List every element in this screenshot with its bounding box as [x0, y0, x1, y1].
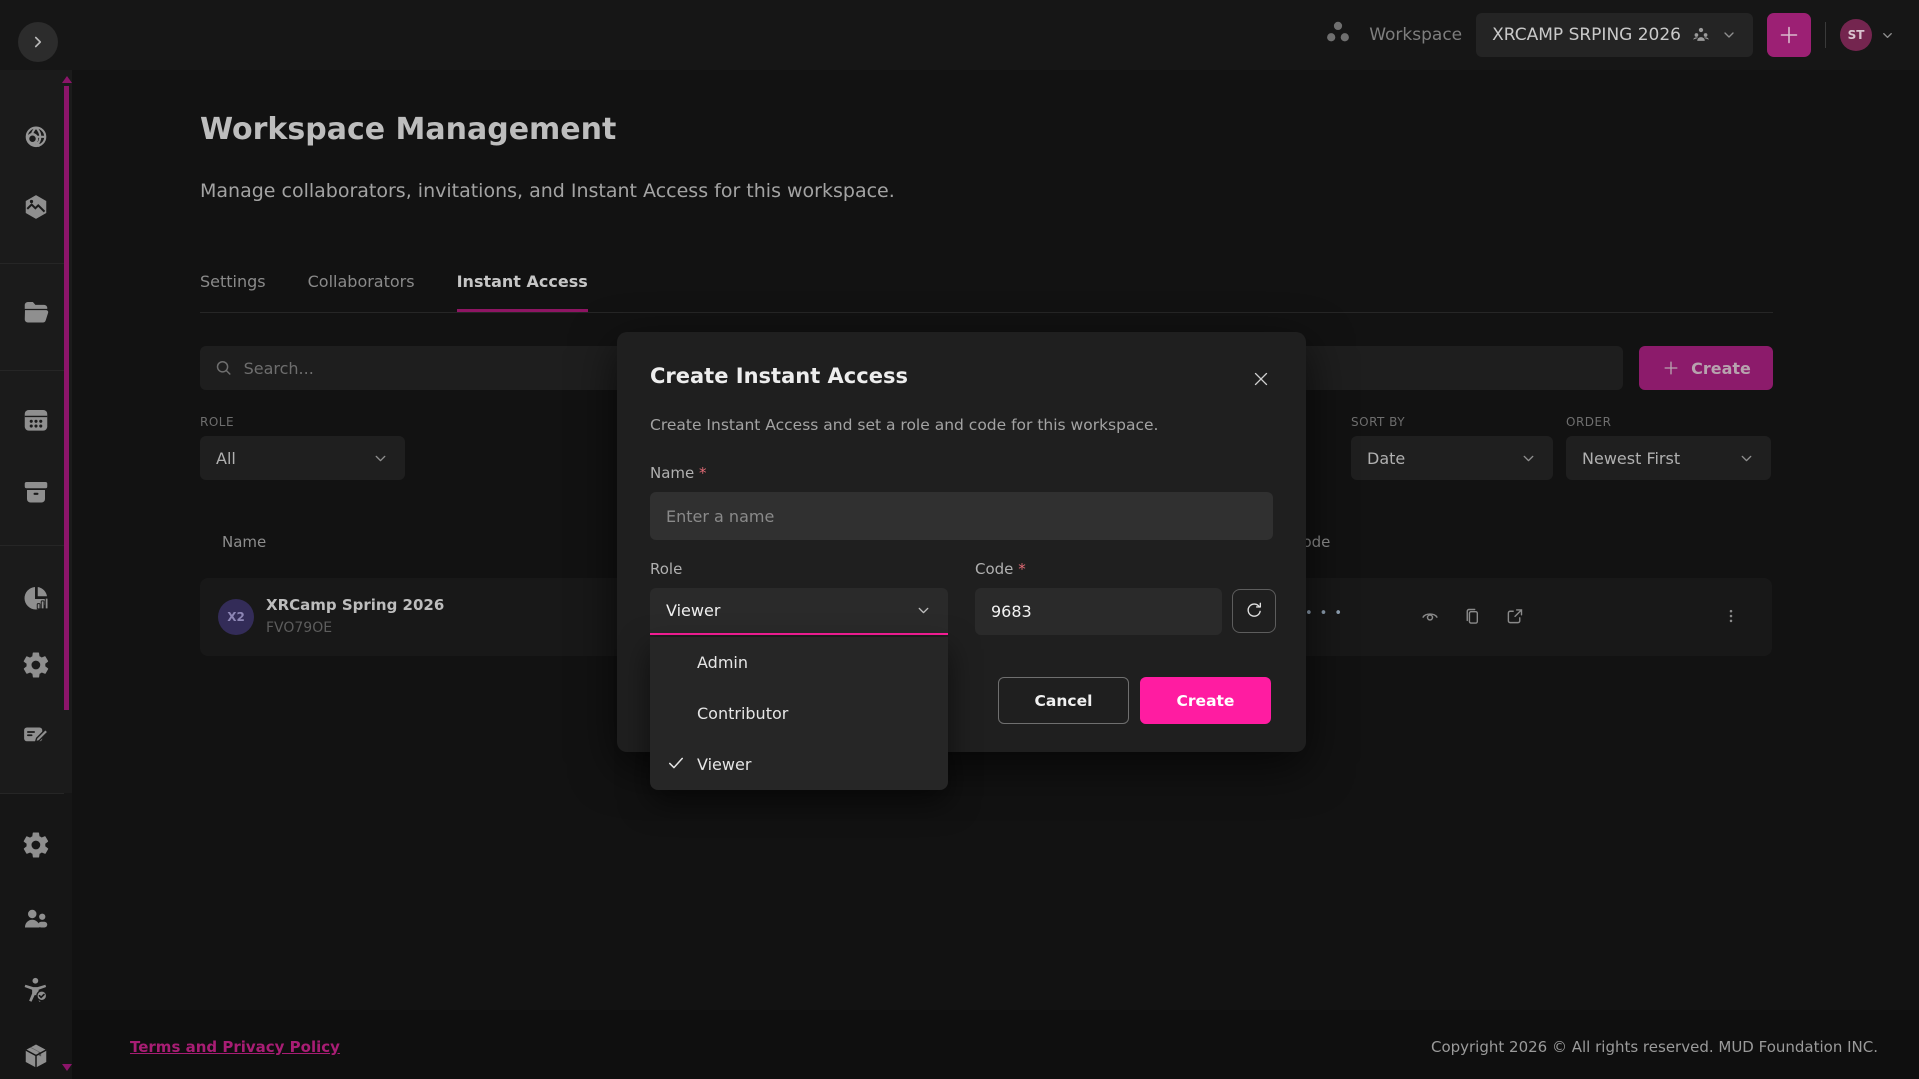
name-input[interactable]	[650, 492, 1273, 540]
settings-icon[interactable]	[18, 647, 54, 683]
page-subtitle: Manage collaborators, invitations, and I…	[200, 180, 895, 202]
code-field-label: Code *	[975, 560, 1026, 578]
chevron-down-icon	[1520, 450, 1537, 467]
sidebar	[0, 70, 72, 1079]
row-menu-kebab-icon[interactable]	[1715, 600, 1747, 632]
plus-icon	[1777, 23, 1801, 47]
role-filter-label: ROLE	[200, 415, 234, 429]
order-select[interactable]: Newest First	[1566, 436, 1771, 480]
masked-code: •••	[1305, 606, 1349, 621]
tab-settings[interactable]: Settings	[200, 272, 266, 312]
open-external-icon[interactable]	[1498, 600, 1530, 632]
sort-by-select[interactable]: Date	[1351, 436, 1553, 480]
role-option-contributor[interactable]: Contributor	[650, 688, 948, 739]
workspace-name: XRCAMP SRPING 2026	[1492, 25, 1681, 45]
sidebar-divider	[0, 263, 64, 264]
required-asterisk: *	[1018, 560, 1026, 578]
view-code-icon[interactable]	[1414, 600, 1446, 632]
chevron-down-icon	[1738, 450, 1755, 467]
folder-icon[interactable]	[18, 294, 54, 330]
sidebar-divider	[0, 545, 64, 546]
asset-cube-icon[interactable]	[18, 189, 54, 225]
chevron-down-icon	[372, 450, 389, 467]
role-option-viewer[interactable]: Viewer	[650, 739, 948, 790]
create-access-button-label: Create	[1691, 359, 1751, 378]
plus-icon	[1661, 358, 1681, 378]
name-column-header: Name	[222, 533, 266, 551]
tab-collaborators[interactable]: Collaborators	[308, 272, 415, 312]
calendar-grid-icon[interactable]	[18, 402, 54, 438]
topbar-right-cluster: Workspace XRCAMP SRPING 2026 ST	[1321, 0, 1895, 70]
terms-privacy-link[interactable]: Terms and Privacy Policy	[130, 1038, 340, 1056]
workspace-label: Workspace	[1369, 25, 1462, 45]
role-filter-select[interactable]: All	[200, 436, 405, 480]
members-icon[interactable]	[18, 901, 54, 937]
role-option-viewer-label: Viewer	[697, 755, 751, 774]
scroll-up-arrow[interactable]	[62, 76, 72, 83]
package-icon[interactable]	[18, 1038, 54, 1074]
chevron-down-icon	[1880, 28, 1895, 43]
role-option-admin[interactable]: Admin	[650, 637, 948, 688]
chevron-down-icon	[1721, 27, 1737, 43]
globe-search-icon[interactable]	[18, 120, 54, 156]
scrollbar-thumb[interactable]	[64, 86, 69, 710]
row-code-id: FVO79OE	[266, 620, 332, 636]
role-field-label: Role	[650, 560, 682, 578]
sidebar-divider	[0, 793, 64, 794]
page-title: Workspace Management	[200, 112, 616, 147]
chevron-right-icon	[29, 33, 47, 51]
access-check-icon[interactable]	[18, 972, 54, 1008]
archive-icon[interactable]	[18, 474, 54, 510]
add-workspace-button[interactable]	[1767, 13, 1811, 57]
close-icon[interactable]	[1248, 366, 1274, 392]
code-input[interactable]	[975, 588, 1222, 635]
role-select[interactable]: Viewer	[650, 588, 948, 635]
tabs-border	[200, 312, 1773, 313]
app-frame: Workspace XRCAMP SRPING 2026 ST	[0, 0, 1919, 1079]
order-label: ORDER	[1566, 415, 1611, 429]
tab-instant-access[interactable]: Instant Access	[457, 272, 588, 312]
copyright-text: Copyright 2026 © All rights reserved. MU…	[1431, 1038, 1878, 1056]
user-menu[interactable]: ST	[1840, 19, 1895, 51]
create-access-button[interactable]: Create	[1639, 346, 1773, 390]
scroll-down-arrow[interactable]	[62, 1064, 72, 1071]
sort-by-label: SORT BY	[1351, 415, 1405, 429]
notes-icon[interactable]	[18, 717, 54, 753]
tab-bar: Settings Collaborators Instant Access	[200, 272, 588, 312]
workspace-selector[interactable]: XRCAMP SRPING 2026	[1476, 13, 1753, 57]
search-icon	[214, 358, 234, 378]
members-mini-icon	[1691, 25, 1711, 45]
role-dropdown-menu: Admin Contributor Viewer	[650, 637, 948, 790]
cancel-button[interactable]: Cancel	[998, 677, 1129, 724]
code-label-text: Code	[975, 560, 1013, 578]
sort-by-value: Date	[1367, 449, 1405, 468]
analytics-icon[interactable]	[18, 580, 54, 616]
create-button[interactable]: Create	[1140, 677, 1271, 724]
row-name: XRCamp Spring 2026	[266, 596, 444, 614]
workspace-dots-icon	[1321, 16, 1355, 54]
regenerate-code-button[interactable]	[1232, 589, 1276, 633]
order-value: Newest First	[1582, 449, 1680, 468]
avatar: ST	[1840, 19, 1872, 51]
modal-description: Create Instant Access and set a role and…	[650, 416, 1158, 434]
settings-icon[interactable]	[18, 827, 54, 863]
role-select-value: Viewer	[666, 601, 720, 620]
chevron-down-icon	[915, 602, 932, 619]
sidebar-expand-button[interactable]	[18, 22, 58, 62]
name-field-label: Name *	[650, 464, 707, 482]
refresh-icon	[1243, 600, 1265, 622]
check-icon	[666, 753, 686, 777]
required-asterisk: *	[699, 464, 707, 482]
topbar-divider	[1825, 22, 1826, 48]
modal-title: Create Instant Access	[650, 364, 908, 388]
copy-icon[interactable]	[1456, 600, 1488, 632]
name-label-text: Name	[650, 464, 694, 482]
sidebar-divider	[0, 370, 64, 371]
top-bar: Workspace XRCAMP SRPING 2026 ST	[0, 0, 1919, 70]
row-avatar: X2	[218, 599, 254, 635]
role-filter-value: All	[216, 449, 236, 468]
